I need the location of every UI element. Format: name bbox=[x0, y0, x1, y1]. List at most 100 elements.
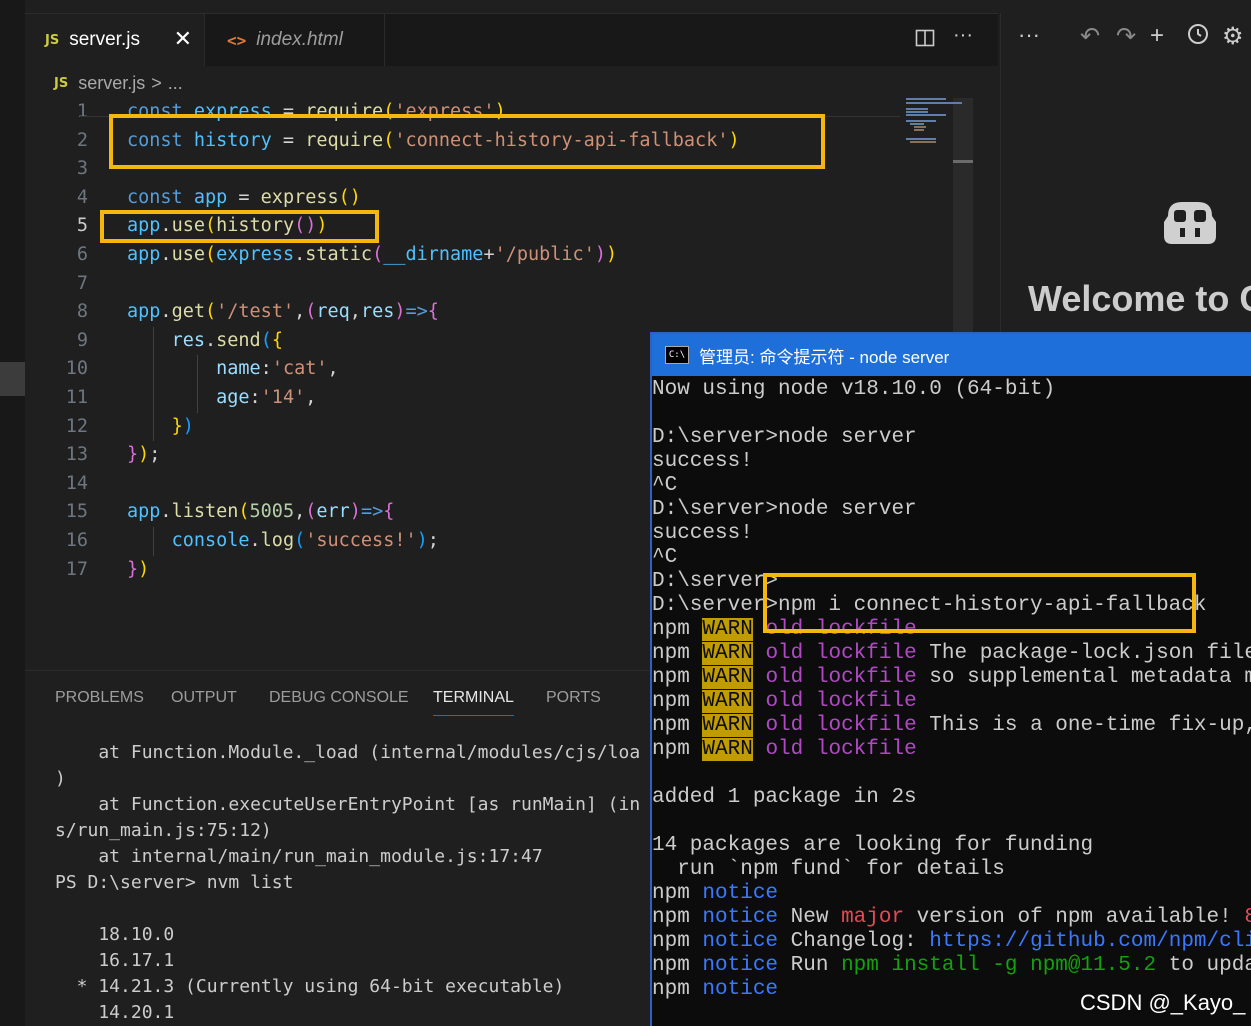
undo-icon[interactable]: ↶ bbox=[1080, 22, 1100, 51]
code-token: , bbox=[349, 301, 361, 323]
code-token: . bbox=[160, 501, 172, 523]
code-line[interactable]: 6 app.use(express.static(__dirname+'/publ… bbox=[25, 241, 905, 269]
code-token: express bbox=[260, 186, 339, 208]
console-line: npm WARN old lockfile The package-lock.j… bbox=[652, 642, 1251, 666]
close-icon[interactable]: ✕ bbox=[174, 26, 192, 52]
code-line[interactable]: 7 bbox=[25, 270, 905, 298]
code-line[interactable]: 8 app.get('/test',(req,res)=>{ bbox=[25, 298, 905, 326]
breadcrumb-rest[interactable]: ... bbox=[168, 73, 183, 94]
terminal-output[interactable]: at Function.Module._load (internal/modul… bbox=[25, 730, 655, 1026]
code-token: app bbox=[127, 501, 161, 523]
code-line[interactable]: 4 const app = express() bbox=[25, 184, 905, 212]
console-token bbox=[753, 714, 766, 737]
breadcrumb: JS server.js > ... bbox=[54, 70, 183, 96]
line-number: 4 bbox=[76, 186, 88, 208]
code-text: app.use(express.static(__dirname+'/publi… bbox=[127, 241, 617, 269]
tab-index-html[interactable]: <> index.html bbox=[205, 14, 385, 66]
console-line: success! bbox=[652, 522, 753, 546]
scrollbar-thumb[interactable] bbox=[953, 160, 973, 163]
code-token: res bbox=[171, 329, 205, 351]
cmd-window-title: 管理员: 命令提示符 - node server bbox=[699, 347, 950, 367]
code-token: name bbox=[216, 358, 261, 380]
console-token: npm bbox=[652, 906, 703, 929]
code-token: , bbox=[327, 358, 339, 380]
console-token: npm bbox=[652, 930, 703, 953]
gear-icon[interactable]: ⚙ bbox=[1222, 22, 1244, 51]
split-editor-icon[interactable] bbox=[915, 28, 935, 54]
cmd-console-output[interactable]: Now using node v18.10.0 (64-bit) D:\serve… bbox=[652, 376, 1251, 1026]
console-line: npm notice bbox=[652, 978, 778, 1002]
console-token: D:\server> bbox=[652, 570, 779, 593]
cmd-title-bar[interactable]: C:\ 管理员: 命令提示符 - node server bbox=[652, 334, 1251, 376]
code-text: console.log('success!'); bbox=[127, 527, 439, 555]
minimap[interactable] bbox=[880, 96, 978, 156]
code-token: . bbox=[160, 244, 172, 265]
console-token: npm bbox=[652, 882, 703, 905]
code-token: : bbox=[249, 387, 261, 408]
code-text: name:'cat', bbox=[127, 355, 339, 383]
console-token: success! bbox=[652, 522, 753, 545]
code-token: ) bbox=[605, 244, 618, 265]
history-icon[interactable] bbox=[1186, 22, 1210, 53]
console-token: old lockfile bbox=[765, 642, 917, 665]
console-token: version of npm available! bbox=[904, 906, 1245, 929]
tab-terminal[interactable]: TERMINAL bbox=[433, 689, 514, 716]
tab-ports[interactable]: PORTS bbox=[546, 689, 601, 707]
line-number: 15 bbox=[65, 501, 88, 523]
line-number: 11 bbox=[65, 387, 88, 408]
console-token: old lockfile bbox=[765, 714, 917, 737]
indent-guide bbox=[153, 527, 154, 556]
breadcrumb-separator: > bbox=[151, 72, 162, 93]
redo-icon[interactable]: ↷ bbox=[1116, 22, 1136, 51]
code-token: '14' bbox=[260, 387, 306, 408]
tab-server-js[interactable]: JS server.js ✕ bbox=[25, 14, 205, 66]
code-token: listen bbox=[171, 501, 239, 523]
console-token: npm install -g npm@11.5.2 bbox=[841, 954, 1157, 977]
code-token: ) bbox=[416, 530, 428, 551]
tab-debug-console[interactable]: DEBUG CONSOLE bbox=[269, 689, 409, 707]
line-number: 8 bbox=[76, 301, 88, 323]
line-number: 17 bbox=[65, 558, 88, 580]
code-token: app bbox=[127, 301, 161, 323]
console-line: D:\server> bbox=[652, 570, 778, 594]
console-token: WARN bbox=[702, 690, 753, 713]
code-token: } bbox=[171, 415, 183, 437]
more-actions-icon[interactable]: ··· bbox=[1018, 22, 1040, 48]
activity-indicator bbox=[0, 362, 25, 396]
code-token: send bbox=[216, 329, 261, 351]
plus-icon[interactable]: + bbox=[1150, 22, 1164, 50]
code-token: 5005 bbox=[249, 501, 295, 523]
code-token: { bbox=[383, 501, 395, 523]
code-text: app.get('/test',(req,res)=>{ bbox=[127, 298, 439, 326]
console-token: 8.1 bbox=[1244, 906, 1251, 929]
editor-tab-bar: JS server.js ✕ <> index.html ··· bbox=[25, 13, 998, 66]
activity-strip bbox=[0, 0, 25, 1026]
code-token: ; bbox=[149, 444, 161, 466]
javascript-file-icon: JS bbox=[45, 32, 60, 48]
code-token: { bbox=[271, 329, 283, 351]
line-number: 1 bbox=[76, 101, 88, 122]
terminal-line: 16.17.1 bbox=[55, 950, 175, 971]
code-token: const bbox=[127, 186, 194, 208]
line-number: 7 bbox=[76, 272, 88, 294]
tab-label: index.html bbox=[256, 29, 343, 50]
line-number: 14 bbox=[65, 472, 88, 494]
tab-output[interactable]: OUTPUT bbox=[171, 689, 237, 707]
code-token: } bbox=[127, 444, 139, 466]
line-number: 3 bbox=[76, 158, 88, 180]
console-token: notice bbox=[702, 906, 779, 929]
breadcrumb-file[interactable]: server.js bbox=[78, 73, 145, 94]
code-token: get bbox=[171, 301, 205, 323]
more-actions-icon[interactable]: ··· bbox=[953, 24, 973, 47]
code-token: 'cat' bbox=[271, 358, 328, 380]
tab-problems[interactable]: PROBLEMS bbox=[55, 689, 144, 707]
code-token: ) bbox=[182, 415, 194, 437]
console-token bbox=[753, 690, 766, 713]
console-token: npm bbox=[652, 690, 703, 713]
terminal-line: at Function.Module._load (internal/modul… bbox=[55, 742, 641, 763]
console-line: 14 packages are looking for funding bbox=[652, 834, 1093, 858]
